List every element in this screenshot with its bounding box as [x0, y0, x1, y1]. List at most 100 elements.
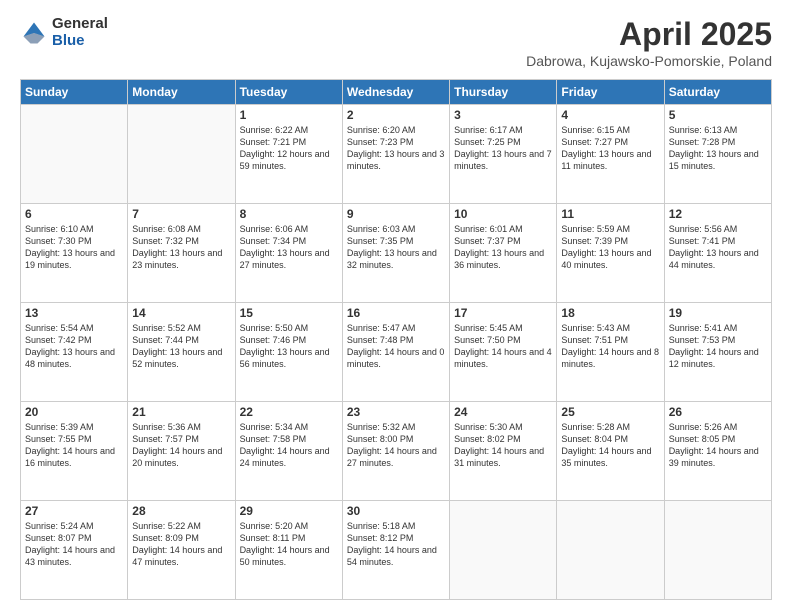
day-info: Sunrise: 5:26 AM Sunset: 8:05 PM Dayligh…: [669, 421, 767, 470]
day-info: Sunrise: 6:15 AM Sunset: 7:27 PM Dayligh…: [561, 124, 659, 173]
day-info: Sunrise: 5:18 AM Sunset: 8:12 PM Dayligh…: [347, 520, 445, 569]
day-number: 24: [454, 405, 552, 419]
calendar-cell: [664, 501, 771, 600]
day-info: Sunrise: 5:43 AM Sunset: 7:51 PM Dayligh…: [561, 322, 659, 371]
calendar-cell: 21 Sunrise: 5:36 AM Sunset: 7:57 PM Dayli…: [128, 402, 235, 501]
calendar-cell: 7 Sunrise: 6:08 AM Sunset: 7:32 PM Daylig…: [128, 204, 235, 303]
calendar-cell: 4 Sunrise: 6:15 AM Sunset: 7:27 PM Daylig…: [557, 105, 664, 204]
day-number: 25: [561, 405, 659, 419]
day-info: Sunrise: 5:28 AM Sunset: 8:04 PM Dayligh…: [561, 421, 659, 470]
day-number: 19: [669, 306, 767, 320]
day-info: Sunrise: 6:10 AM Sunset: 7:30 PM Dayligh…: [25, 223, 123, 272]
calendar-cell: 14Sunrise: 5:52 AM Sunset: 7:44 PM Dayli…: [128, 303, 235, 402]
calendar-cell: [450, 501, 557, 600]
weekday-header-wednesday: Wednesday: [342, 80, 449, 105]
calendar-cell: 10Sunrise: 6:01 AM Sunset: 7:37 PM Dayli…: [450, 204, 557, 303]
weekday-header-friday: Friday: [557, 80, 664, 105]
calendar-cell: 22Sunrise: 5:34 AM Sunset: 7:58 PM Dayli…: [235, 402, 342, 501]
day-info: Sunrise: 5:45 AM Sunset: 7:50 PM Dayligh…: [454, 322, 552, 371]
day-number: 30: [347, 504, 445, 518]
day-info: Sunrise: 6:17 AM Sunset: 7:25 PM Dayligh…: [454, 124, 552, 173]
weekday-header-tuesday: Tuesday: [235, 80, 342, 105]
calendar-cell: 23 Sunrise: 5:32 AM Sunset: 8:00 PM Dayli…: [342, 402, 449, 501]
calendar-cell: [21, 105, 128, 204]
day-number: 7: [132, 207, 230, 221]
day-info: Sunrise: 5:30 AM Sunset: 8:02 PM Dayligh…: [454, 421, 552, 470]
logo-general: General: [52, 16, 108, 33]
calendar-week-row: 13 Sunrise: 5:54 AM Sunset: 7:42 PM Dayli…: [21, 303, 772, 402]
header: General Blue April 2025 Dabrowa, Kujawsk…: [20, 16, 772, 69]
day-number: 9: [347, 207, 445, 221]
calendar-cell: 1 Sunrise: 6:22 AM Sunset: 7:21 PM Daylig…: [235, 105, 342, 204]
day-number: 21: [132, 405, 230, 419]
day-info: Sunrise: 5:20 AM Sunset: 8:11 PM Dayligh…: [240, 520, 338, 569]
day-number: 4: [561, 108, 659, 122]
page: General Blue April 2025 Dabrowa, Kujawsk…: [0, 0, 792, 612]
calendar-cell: 17Sunrise: 5:45 AM Sunset: 7:50 PM Dayli…: [450, 303, 557, 402]
day-number: 22: [240, 405, 338, 419]
calendar-week-row: 6 Sunrise: 6:10 AM Sunset: 7:30 PM Daylig…: [21, 204, 772, 303]
calendar-cell: 24 Sunrise: 5:30 AM Sunset: 8:02 PM Dayli…: [450, 402, 557, 501]
weekday-header-sunday: Sunday: [21, 80, 128, 105]
calendar-week-row: 1 Sunrise: 6:22 AM Sunset: 7:21 PM Daylig…: [21, 105, 772, 204]
calendar-cell: 5 Sunrise: 6:13 AM Sunset: 7:28 PM Daylig…: [664, 105, 771, 204]
calendar-title: April 2025: [526, 16, 772, 53]
calendar-table: SundayMondayTuesdayWednesdayThursdayFrid…: [20, 79, 772, 600]
day-number: 1: [240, 108, 338, 122]
day-info: Sunrise: 6:20 AM Sunset: 7:23 PM Dayligh…: [347, 124, 445, 173]
logo-blue: Blue: [52, 33, 108, 50]
calendar-cell: 29 Sunrise: 5:20 AM Sunset: 8:11 PM Dayli…: [235, 501, 342, 600]
day-info: Sunrise: 5:50 AM Sunset: 7:46 PM Dayligh…: [240, 322, 338, 371]
day-info: Sunrise: 6:06 AM Sunset: 7:34 PM Dayligh…: [240, 223, 338, 272]
day-number: 2: [347, 108, 445, 122]
logo-icon: [20, 19, 48, 47]
day-info: Sunrise: 6:13 AM Sunset: 7:28 PM Dayligh…: [669, 124, 767, 173]
day-number: 13: [25, 306, 123, 320]
calendar-cell: 26 Sunrise: 5:26 AM Sunset: 8:05 PM Dayli…: [664, 402, 771, 501]
day-number: 27: [25, 504, 123, 518]
day-number: 12: [669, 207, 767, 221]
day-number: 28: [132, 504, 230, 518]
day-info: Sunrise: 5:36 AM Sunset: 7:57 PM Dayligh…: [132, 421, 230, 470]
day-info: Sunrise: 5:52 AM Sunset: 7:44 PM Dayligh…: [132, 322, 230, 371]
day-info: Sunrise: 5:41 AM Sunset: 7:53 PM Dayligh…: [669, 322, 767, 371]
day-info: Sunrise: 5:32 AM Sunset: 8:00 PM Dayligh…: [347, 421, 445, 470]
calendar-cell: 11 Sunrise: 5:59 AM Sunset: 7:39 PM Dayli…: [557, 204, 664, 303]
day-info: Sunrise: 5:54 AM Sunset: 7:42 PM Dayligh…: [25, 322, 123, 371]
calendar-cell: 15 Sunrise: 5:50 AM Sunset: 7:46 PM Dayli…: [235, 303, 342, 402]
weekday-header-row: SundayMondayTuesdayWednesdayThursdayFrid…: [21, 80, 772, 105]
weekday-header-saturday: Saturday: [664, 80, 771, 105]
day-info: Sunrise: 6:08 AM Sunset: 7:32 PM Dayligh…: [132, 223, 230, 272]
calendar-cell: 19 Sunrise: 5:41 AM Sunset: 7:53 PM Dayli…: [664, 303, 771, 402]
calendar-cell: 2 Sunrise: 6:20 AM Sunset: 7:23 PM Daylig…: [342, 105, 449, 204]
day-number: 5: [669, 108, 767, 122]
weekday-header-monday: Monday: [128, 80, 235, 105]
day-info: Sunrise: 5:59 AM Sunset: 7:39 PM Dayligh…: [561, 223, 659, 272]
title-block: April 2025 Dabrowa, Kujawsko-Pomorskie, …: [526, 16, 772, 69]
calendar-cell: 3Sunrise: 6:17 AM Sunset: 7:25 PM Daylig…: [450, 105, 557, 204]
day-number: 6: [25, 207, 123, 221]
day-info: Sunrise: 5:24 AM Sunset: 8:07 PM Dayligh…: [25, 520, 123, 569]
day-number: 20: [25, 405, 123, 419]
calendar-cell: 27 Sunrise: 5:24 AM Sunset: 8:07 PM Dayli…: [21, 501, 128, 600]
weekday-header-thursday: Thursday: [450, 80, 557, 105]
calendar-cell: 30 Sunrise: 5:18 AM Sunset: 8:12 PM Dayli…: [342, 501, 449, 600]
calendar-cell: 8Sunrise: 6:06 AM Sunset: 7:34 PM Daylig…: [235, 204, 342, 303]
calendar-cell: 20Sunrise: 5:39 AM Sunset: 7:55 PM Dayli…: [21, 402, 128, 501]
calendar-cell: 6 Sunrise: 6:10 AM Sunset: 7:30 PM Daylig…: [21, 204, 128, 303]
day-info: Sunrise: 6:03 AM Sunset: 7:35 PM Dayligh…: [347, 223, 445, 272]
day-number: 23: [347, 405, 445, 419]
day-number: 11: [561, 207, 659, 221]
logo: General Blue: [20, 16, 108, 49]
day-info: Sunrise: 5:56 AM Sunset: 7:41 PM Dayligh…: [669, 223, 767, 272]
day-info: Sunrise: 5:47 AM Sunset: 7:48 PM Dayligh…: [347, 322, 445, 371]
day-number: 15: [240, 306, 338, 320]
calendar-cell: [128, 105, 235, 204]
day-number: 29: [240, 504, 338, 518]
day-number: 26: [669, 405, 767, 419]
day-number: 16: [347, 306, 445, 320]
calendar-cell: 18Sunrise: 5:43 AM Sunset: 7:51 PM Dayli…: [557, 303, 664, 402]
day-info: Sunrise: 6:22 AM Sunset: 7:21 PM Dayligh…: [240, 124, 338, 173]
calendar-cell: 13 Sunrise: 5:54 AM Sunset: 7:42 PM Dayli…: [21, 303, 128, 402]
calendar-cell: [557, 501, 664, 600]
